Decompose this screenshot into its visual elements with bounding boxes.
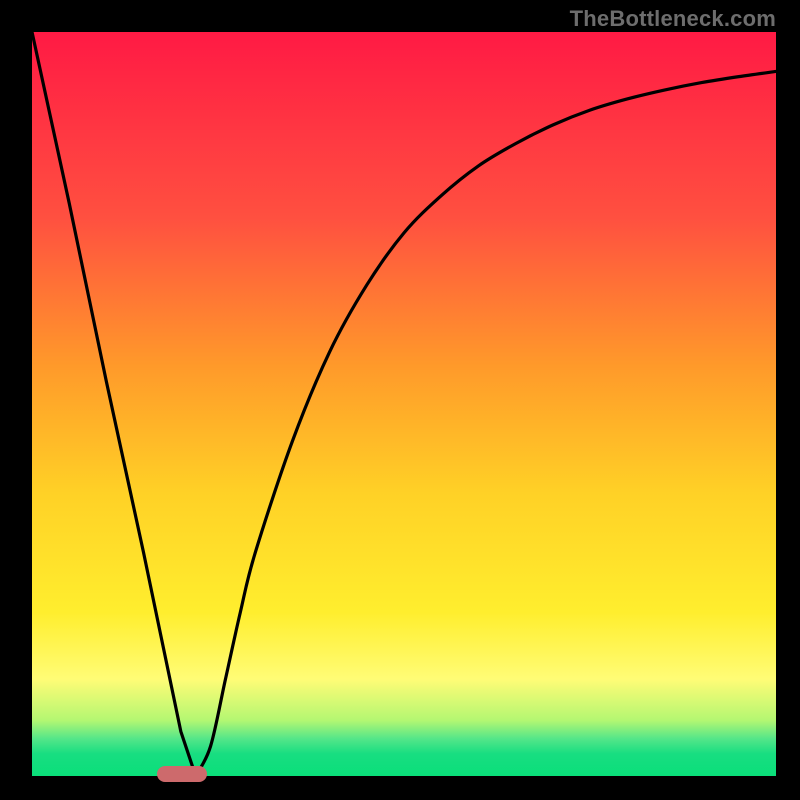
plot-area [32,32,776,776]
optimum-marker [157,766,207,782]
watermark-label: TheBottleneck.com [570,6,776,32]
bottleneck-curve [32,32,776,776]
